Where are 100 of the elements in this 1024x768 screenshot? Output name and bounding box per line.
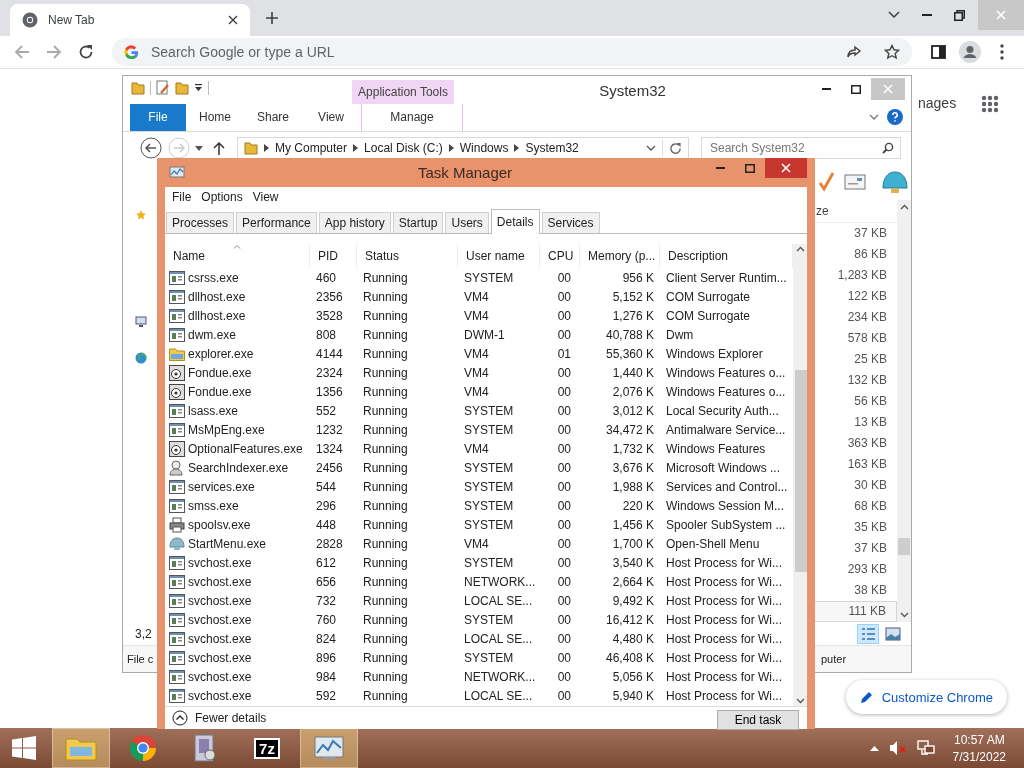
table-cell-text: Host Process for Wi... [665,630,784,648]
table-cell-text: 00 [556,573,572,591]
file-size: 38 KB [853,582,888,600]
table-cell-text: Running [362,402,409,420]
file-size: 68 KB [853,498,888,516]
table-cell-text: 544 [315,478,338,496]
ribbon-tab[interactable]: Manage [361,104,463,131]
browser-tab[interactable]: New Tab [10,4,250,36]
minimize-icon [821,88,831,90]
details-text: File c [127,653,154,666]
table-cell-text: SYSTEM [463,402,515,420]
recent-locations-icon[interactable] [195,145,203,151]
chevron-icon[interactable] [448,144,454,153]
help-icon[interactable] [887,109,903,126]
star-icon[interactable] [884,44,900,60]
file-size: 293 KB [846,561,888,579]
column-header[interactable]: Memory (p... [580,244,660,268]
close-icon[interactable] [228,15,238,25]
column-header[interactable]: Status [357,244,458,268]
network-icon[interactable] [916,740,935,756]
file-size: 132 KB [846,372,888,390]
reload-icon [78,44,94,60]
properties-icon[interactable] [156,80,170,96]
column-header[interactable]: CPU [540,244,580,268]
tab[interactable]: Details [490,209,540,234]
thumbnail-view-icon[interactable] [885,626,901,641]
apps-grid-icon[interactable] [981,95,999,113]
scroll-thumb[interactable] [898,537,910,555]
tab[interactable]: Performance [236,212,317,233]
column-header[interactable]: Name [165,244,310,268]
table-cell-text: SYSTEM [463,269,515,287]
ribbon-tab[interactable]: File [130,104,186,131]
images-link[interactable]: nages [918,95,957,111]
ribbon-tab[interactable]: Share [244,104,302,131]
omnibox-input[interactable]: Search Google or type a URL [149,43,836,61]
breadcrumb[interactable]: My Computer [275,141,348,156]
taskmgr-taskbar-button[interactable] [300,728,358,768]
address-bar[interactable]: Search Google or type a URL [112,38,912,66]
window-icon [169,574,185,589]
scrollbar[interactable] [897,199,911,622]
table-cell-text: 40,788 K [604,326,655,344]
menu-item[interactable]: File [167,190,197,204]
muted-speaker-icon[interactable] [888,740,907,756]
column-header[interactable]: User name [458,244,540,268]
dropdown-icon[interactable] [194,84,203,92]
archiver-taskbar-button[interactable]: 7z [238,728,296,768]
table-cell-text: 34,472 K [604,421,655,439]
kebab-menu-icon [1000,44,1004,60]
tab[interactable]: Users [445,212,489,233]
clock-date[interactable]: 7/31/2022 [952,749,1006,764]
menu-item[interactable]: View [247,190,284,204]
chevron-icon[interactable] [264,144,269,153]
profile-button[interactable] [956,38,984,66]
breadcrumb[interactable]: Windows [459,141,509,156]
breadcrumb[interactable]: System32 [525,141,579,156]
menu-item[interactable]: Options [196,190,248,204]
scroll-thumb[interactable] [795,370,808,572]
new-folder-icon[interactable] [175,81,189,95]
search-field[interactable]: Search System32 [701,137,901,160]
share-icon[interactable] [846,44,862,60]
table-cell-text: Running [362,668,409,686]
shell-icon[interactable] [882,170,908,195]
table-cell-text: SYSTEM [463,497,515,515]
table-cell-text: Running [362,288,409,306]
tab[interactable]: App history [318,212,391,233]
window-icon [169,403,185,418]
back-button[interactable] [139,136,163,161]
table-cell-text: Host Process for Wi... [665,687,784,705]
table-cell-text: Host Process for Wi... [665,611,784,629]
end-task-button[interactable]: End task [717,710,799,730]
process-name: SearchIndexer.exe [165,458,310,477]
chevron-icon[interactable] [353,144,359,153]
table-cell-text: SYSTEM [463,554,515,572]
table-cell-text: Running [362,687,409,705]
envelope-icon[interactable] [844,174,866,191]
fewer-details-button[interactable]: Fewer details [172,710,267,726]
caret-up-icon[interactable] [869,745,879,751]
expand-ribbon-icon[interactable] [869,114,879,121]
window-icon [169,498,185,513]
column-header[interactable]: PID [310,244,357,268]
windows-logo-icon [12,736,36,760]
table-cell-text: SYSTEM [463,611,515,629]
restore-icon [954,9,965,21]
chevron-icon[interactable] [514,144,520,153]
table-cell-text: 896 [315,649,338,667]
tab[interactable]: Services [541,212,600,233]
breadcrumb[interactable]: Local Disk (C:) [364,141,443,156]
scrollbar[interactable] [793,244,807,706]
ribbon-tab[interactable]: Home [186,104,244,131]
table-cell-text: LOCAL SE... [463,687,534,705]
table-cell-text: 1,456 K [611,516,655,534]
ribbon-tab[interactable]: View [302,104,360,131]
tab[interactable]: Startup [392,212,444,233]
checkmark-icon[interactable] [818,172,834,193]
clock-time[interactable]: 10:57 AM [953,732,1005,747]
details-view-icon[interactable] [857,623,879,644]
tab[interactable]: Processes [166,212,235,233]
table-cell-text: Host Process for Wi... [665,573,784,591]
customize-chrome-button[interactable]: Customize Chrome [845,680,1007,714]
folder-icon[interactable] [131,81,145,95]
